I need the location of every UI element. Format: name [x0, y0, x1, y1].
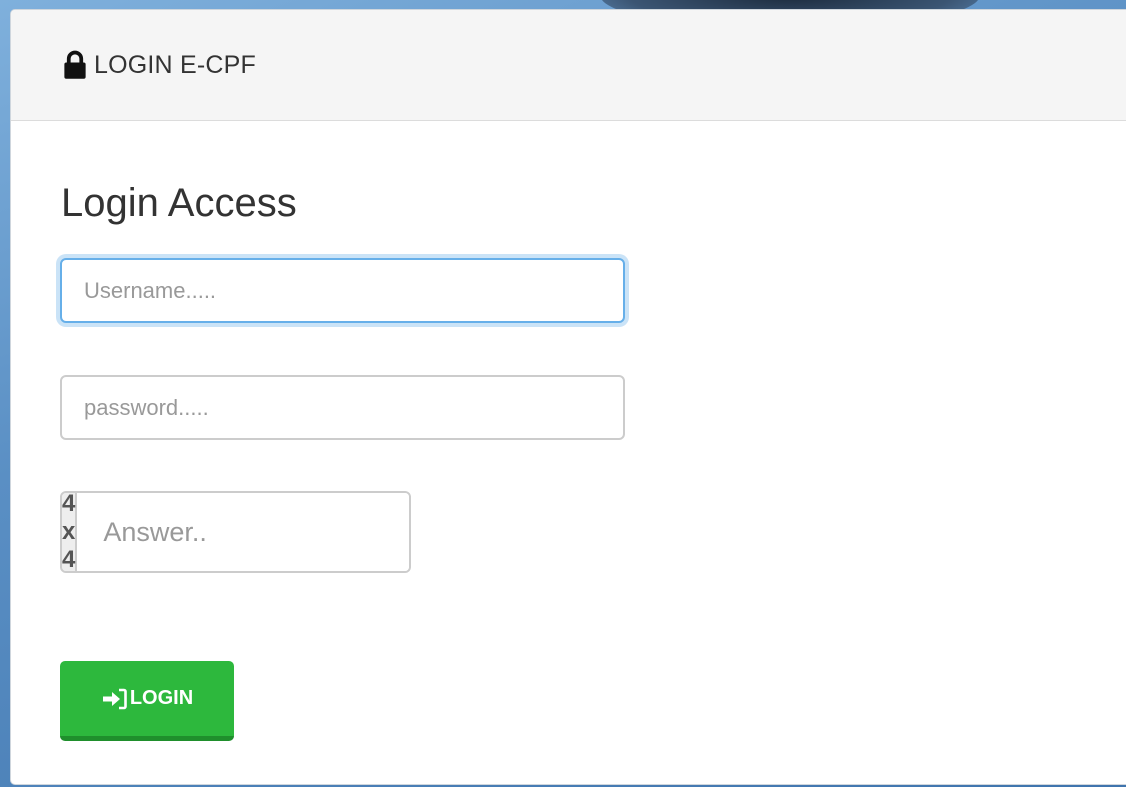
password-input[interactable]: [60, 375, 625, 440]
panel-title: LOGIN E-CPF: [94, 50, 256, 79]
panel-body: Login Access 4 x 4 LOGIN: [11, 121, 1126, 784]
login-button-label: LOGIN: [129, 687, 194, 709]
login-panel: LOGIN E-CPF Login Access 4 x 4 LOGIN: [10, 9, 1126, 785]
panel-heading: LOGIN E-CPF: [11, 10, 1126, 121]
captcha-question: 4 x 4: [62, 491, 78, 573]
page-title: Login Access: [61, 181, 297, 225]
username-input[interactable]: [60, 258, 625, 323]
captcha-answer-input[interactable]: [77, 493, 409, 571]
lock-icon: [60, 50, 90, 80]
captcha-group: 4 x 4: [60, 491, 411, 573]
login-button[interactable]: LOGIN: [60, 661, 234, 741]
sign-in-icon: [101, 688, 127, 710]
